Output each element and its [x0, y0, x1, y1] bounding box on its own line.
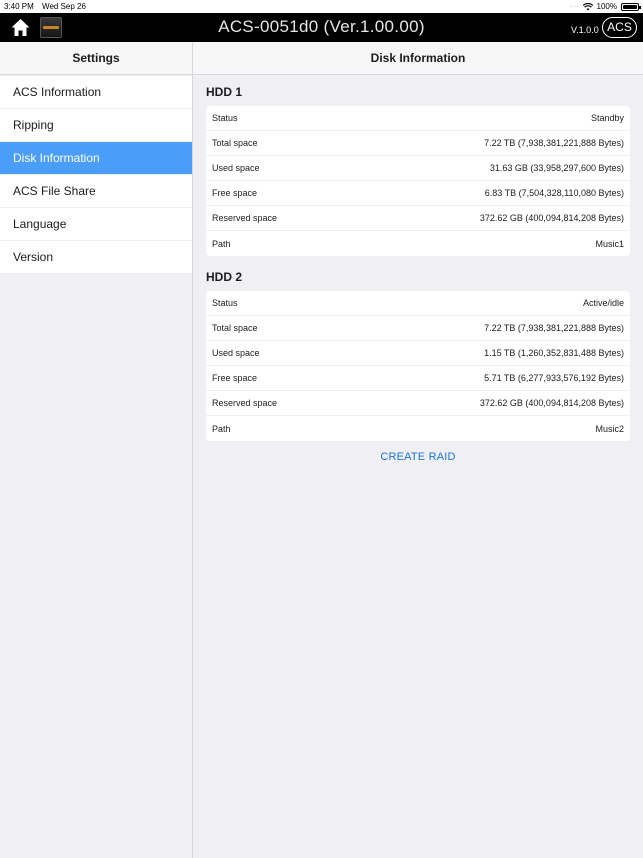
create-raid-button[interactable]: CREATE RAID: [193, 451, 643, 463]
sidebar-item-disk-information[interactable]: Disk Information: [0, 142, 192, 174]
row-label: Path: [212, 423, 231, 434]
row-value: 31.63 GB (33,958,297,600 Bytes): [489, 163, 624, 173]
status-time: 3:40 PM: [4, 2, 34, 11]
app-title: ACS-0051d0 (Ver.1.00.00): [218, 17, 425, 36]
hdd2-title: HDD 2: [206, 270, 243, 284]
hdd2-row-total-space: Total space 7.22 TB (7,938,381,221,888 B…: [206, 316, 630, 341]
status-date: Wed Sep 26: [42, 2, 86, 11]
row-label: Path: [212, 238, 231, 249]
disk-information-panel: Disk Information HDD 1 Status Standby To…: [193, 42, 643, 858]
acs-button[interactable]: ACS: [602, 17, 637, 38]
hdd1-row-path: Path Music1: [206, 231, 630, 256]
row-label: Status: [212, 298, 238, 308]
hdd1-row-used-space: Used space 31.63 GB (33,958,297,600 Byte…: [206, 156, 630, 181]
sidebar-item-acs-file-share[interactable]: ACS File Share: [0, 175, 192, 207]
row-label: Used space: [212, 348, 260, 358]
hdd2-row-status: Status Active/idle: [206, 291, 630, 316]
row-value: Active/idle: [582, 298, 624, 308]
hdd2-row-path: Path Music2: [206, 416, 630, 441]
status-bar: 3:40 PM Wed Sep 26 ···· 100%: [0, 0, 643, 13]
row-label: Total space: [212, 138, 258, 148]
hdd1-row-free-space: Free space 6.83 TB (7,504,328,110,080 By…: [206, 181, 630, 206]
wifi-icon: [582, 2, 593, 10]
panel-title: Disk Information: [193, 42, 643, 75]
hdd1-card: Status Standby Total space 7.22 TB (7,93…: [206, 106, 630, 256]
row-value: Music2: [595, 423, 624, 434]
sidebar-item-acs-information[interactable]: ACS Information: [0, 76, 192, 108]
row-value: 372.62 GB (400,094,814,208 Bytes): [479, 398, 624, 408]
row-value: 6.83 TB (7,504,328,110,080 Bytes): [484, 188, 624, 198]
row-label: Free space: [212, 373, 258, 383]
row-label: Free space: [212, 188, 258, 198]
app-header: ACS-0051d0 (Ver.1.00.00) V.1.0.0 ACS: [0, 13, 643, 42]
row-value: 372.62 GB (400,094,814,208 Bytes): [479, 213, 624, 223]
row-label: Total space: [212, 323, 258, 333]
row-value: Standby: [590, 113, 624, 123]
signal-dots-icon: ····: [569, 3, 579, 10]
row-label: Reserved space: [212, 213, 278, 223]
sidebar-item-language[interactable]: Language: [0, 208, 192, 240]
settings-sidebar: Settings ACS Information Ripping Disk In…: [0, 42, 193, 858]
row-value: Music1: [595, 238, 624, 249]
hdd1-row-total-space: Total space 7.22 TB (7,938,381,221,888 B…: [206, 131, 630, 156]
hdd1-row-status: Status Standby: [206, 106, 630, 131]
row-label: Status: [212, 113, 238, 123]
row-label: Used space: [212, 163, 260, 173]
status-left: 3:40 PM Wed Sep 26: [4, 2, 92, 11]
hdd1-row-reserved-space: Reserved space 372.62 GB (400,094,814,20…: [206, 206, 630, 231]
row-value: 7.22 TB (7,938,381,221,888 Bytes): [484, 138, 624, 148]
row-value: 7.22 TB (7,938,381,221,888 Bytes): [484, 323, 624, 333]
row-label: Reserved space: [212, 398, 278, 408]
hdd2-row-used-space: Used space 1.15 TB (1,260,352,831,488 By…: [206, 341, 630, 366]
hdd2-card: Status Active/idle Total space 7.22 TB (…: [206, 291, 630, 441]
hdd2-row-reserved-space: Reserved space 372.62 GB (400,094,814,20…: [206, 391, 630, 416]
sidebar-title: Settings: [0, 42, 192, 75]
sidebar-list: ACS Information Ripping Disk Information…: [0, 76, 192, 273]
hdd2-row-free-space: Free space 5.71 TB (6,277,933,576,192 By…: [206, 366, 630, 391]
status-right: ···· 100%: [569, 2, 641, 11]
battery-icon: [621, 2, 641, 11]
row-value: 1.15 TB (1,260,352,831,488 Bytes): [484, 348, 624, 358]
row-value: 5.71 TB (6,277,933,576,192 Bytes): [484, 373, 624, 383]
battery-fill: [623, 4, 637, 9]
battery-percent: 100%: [596, 2, 617, 11]
sidebar-item-version[interactable]: Version: [0, 241, 192, 273]
sidebar-item-ripping[interactable]: Ripping: [0, 109, 192, 141]
hdd1-title: HDD 1: [206, 85, 243, 99]
version-label: V.1.0.0: [571, 25, 599, 35]
